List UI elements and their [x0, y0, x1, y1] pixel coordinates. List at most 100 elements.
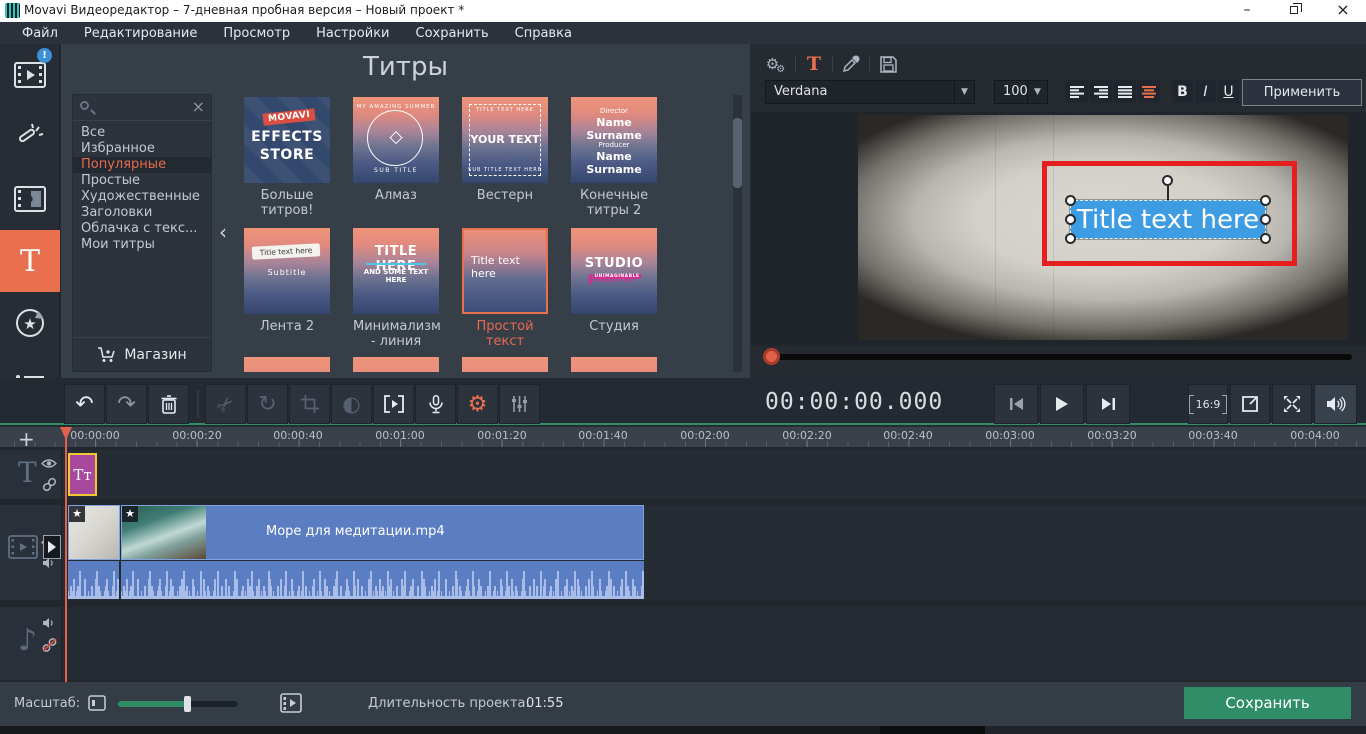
clear-search-icon[interactable]: ×	[192, 97, 205, 116]
menu-view[interactable]: Просмотр	[211, 24, 302, 43]
timeline-ruler[interactable]: 00:00:00 00:00:20 00:00:40 00:01:00 00:0…	[0, 427, 1366, 447]
align-justify-button[interactable]	[1113, 80, 1136, 103]
resize-handle-bottom-right[interactable]	[1260, 233, 1271, 244]
category-headings[interactable]: Заголовки	[73, 205, 211, 221]
seek-thumb[interactable]	[763, 348, 780, 365]
collapse-panel-icon[interactable]: ‹	[219, 220, 227, 244]
menu-help[interactable]: Справка	[503, 24, 584, 43]
menu-edit[interactable]: Редактирование	[72, 24, 209, 43]
templates-scrollbar[interactable]	[733, 95, 742, 372]
template-partial[interactable]	[353, 357, 439, 372]
undo-button[interactable]: ↶	[64, 384, 105, 424]
bold-button[interactable]: B	[1172, 80, 1193, 103]
sidebar-item-stickers[interactable]: ★	[0, 292, 60, 354]
add-track-button[interactable]: +	[18, 427, 35, 451]
resize-handle-mid-left[interactable]	[1065, 214, 1076, 225]
align-left-button[interactable]	[1065, 80, 1088, 103]
template-diamond[interactable]: MY AMAZING SUMMER ◇ SUB TITLE Алмаз	[353, 97, 439, 203]
title-clip[interactable]: Tт	[68, 453, 97, 496]
template-partial[interactable]	[462, 357, 548, 372]
category-popular[interactable]: Популярные	[73, 157, 211, 173]
font-family-select[interactable]: Verdana ▼	[765, 80, 975, 104]
audio-waveform-2[interactable]	[121, 561, 644, 599]
transition-wizard-button[interactable]	[373, 384, 414, 424]
store-button[interactable]: Магазин	[73, 337, 211, 371]
sidebar-item-media[interactable]: !	[0, 44, 60, 106]
clip-settings-button[interactable]: ⚙	[457, 384, 498, 424]
timeline-zoom-slider[interactable]	[118, 701, 238, 707]
transition-marker[interactable]	[43, 535, 61, 559]
template-ribbon-2[interactable]: Title text here Subtitle Лента 2	[244, 228, 330, 334]
sidebar-item-titles[interactable]: T	[0, 230, 60, 292]
fullscreen-button[interactable]	[1272, 384, 1312, 424]
clip-properties-button[interactable]: ⚙⚙	[765, 52, 789, 76]
underline-button[interactable]: U	[1218, 80, 1239, 103]
menu-file[interactable]: Файл	[10, 24, 70, 43]
next-frame-button[interactable]	[1086, 384, 1130, 424]
menu-settings[interactable]: Настройки	[304, 24, 401, 43]
resize-handle-top-right[interactable]	[1260, 195, 1271, 206]
title-text-box[interactable]: Title text here	[1070, 200, 1266, 239]
close-button[interactable]: ×	[1320, 0, 1366, 22]
align-center-button[interactable]	[1137, 80, 1160, 103]
sidebar-item-filters[interactable]	[0, 106, 60, 168]
seek-bar[interactable]	[768, 354, 1352, 360]
zoom-in-button[interactable]	[280, 693, 302, 713]
playhead-line[interactable]	[65, 427, 67, 682]
previous-frame-button[interactable]	[994, 384, 1038, 424]
restore-button[interactable]	[1272, 0, 1318, 22]
apply-button[interactable]: Применить	[1242, 79, 1362, 106]
template-more-titles[interactable]: MOVAVI EFFECTS STORE Больше титров!	[244, 97, 330, 218]
template-partial[interactable]	[571, 357, 657, 372]
menu-save[interactable]: Сохранить	[404, 24, 501, 43]
record-audio-button[interactable]	[415, 384, 456, 424]
audio-track-mute-toggle[interactable]	[42, 617, 56, 629]
slider-handle[interactable]	[184, 696, 191, 712]
volume-button[interactable]	[1314, 384, 1357, 424]
rotate-button[interactable]: ↻	[247, 384, 288, 424]
category-all[interactable]: Все	[73, 125, 211, 141]
template-minimalism-line[interactable]: TITLE HERE AND SOME TEXT HERE Минимализм…	[353, 228, 439, 349]
title-track-link-toggle[interactable]	[42, 477, 57, 492]
category-favorites[interactable]: Избранное	[73, 141, 211, 157]
text-properties-button[interactable]: T	[802, 52, 826, 76]
aspect-ratio-button[interactable]: 16:9	[1188, 384, 1228, 424]
detach-preview-button[interactable]	[1230, 384, 1270, 424]
rotation-handle[interactable]	[1162, 175, 1173, 186]
italic-button[interactable]: I	[1195, 80, 1216, 103]
align-right-button[interactable]	[1089, 80, 1112, 103]
template-western[interactable]: TITLE TEXT HERE YOUR TEXT SUB TITLE TEXT…	[462, 97, 548, 203]
video-clip-2[interactable]: ★ Море для медитации.mp4	[121, 505, 644, 560]
font-size-select[interactable]: 100 ▼	[994, 80, 1048, 104]
delete-button[interactable]	[148, 384, 189, 424]
category-simple[interactable]: Простые	[73, 173, 211, 189]
category-artistic[interactable]: Художественные	[73, 189, 211, 205]
redo-button[interactable]: ↷	[106, 384, 147, 424]
category-my-titles[interactable]: Мои титры	[73, 237, 211, 253]
audio-track-unlink-toggle[interactable]	[42, 637, 57, 653]
title-track-visibility-toggle[interactable]	[41, 458, 57, 469]
video-clip-1[interactable]: ★	[68, 505, 120, 560]
play-button[interactable]	[1040, 384, 1084, 424]
resize-handle-top-left[interactable]	[1065, 195, 1076, 206]
audio-levels-button[interactable]	[499, 384, 540, 424]
export-save-button[interactable]: Сохранить	[1184, 687, 1351, 719]
scrollbar-thumb[interactable]	[733, 118, 742, 188]
resize-handle-mid-right[interactable]	[1260, 214, 1271, 225]
color-adjust-button[interactable]: ◐	[331, 384, 372, 424]
save-preset-button[interactable]	[876, 52, 900, 76]
audio-waveform-1[interactable]	[68, 561, 119, 599]
zoom-out-button[interactable]	[88, 695, 106, 711]
template-simple-text[interactable]: Title text here Простой текст	[462, 228, 548, 349]
split-button[interactable]: ✂	[205, 384, 246, 424]
resize-handle-bottom-left[interactable]	[1065, 233, 1076, 244]
category-speech-bubbles[interactable]: Облачка с текс...	[73, 221, 211, 237]
template-partial[interactable]	[244, 357, 330, 372]
template-end-credits-2[interactable]: Director Name Surname Producer Name Surn…	[571, 97, 657, 218]
template-studio[interactable]: STUDIOUNIMAGINABLEPRODUCTION Студия	[571, 228, 657, 334]
sidebar-item-transitions[interactable]	[0, 168, 60, 230]
color-picker-button[interactable]	[839, 52, 863, 76]
crop-button[interactable]	[289, 384, 330, 424]
search-input[interactable]	[97, 97, 187, 117]
playhead-marker[interactable]	[60, 427, 72, 440]
